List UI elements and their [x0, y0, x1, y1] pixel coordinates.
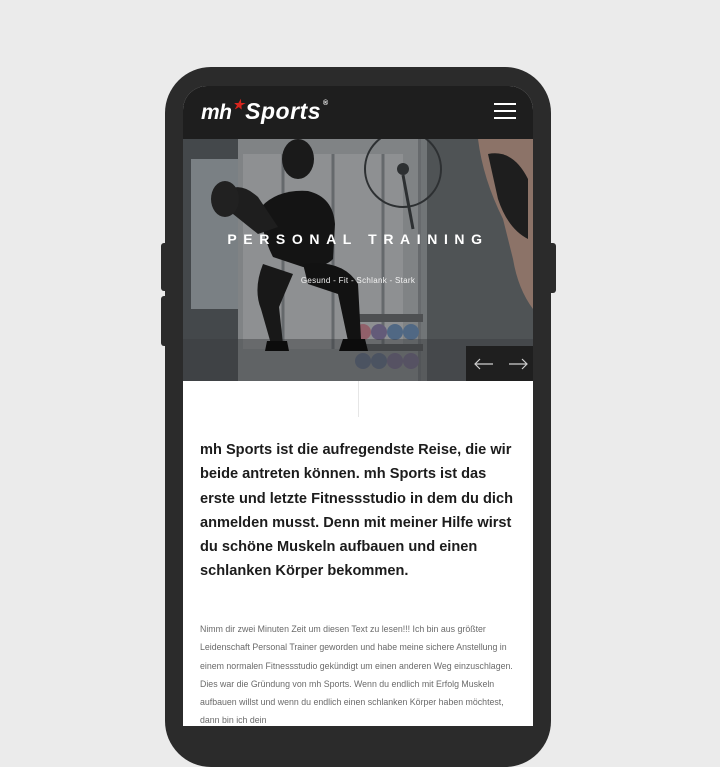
phone-side-button — [550, 243, 556, 293]
hero-subtitle: Gesund - Fit - Schlank - Stark — [300, 276, 416, 285]
section-divider — [358, 381, 359, 417]
hamburger-menu-icon[interactable] — [494, 103, 518, 121]
slider-controls — [466, 346, 533, 381]
hero-title: PERSONAL TRAINING — [227, 231, 489, 247]
logo-registered-mark: ® — [323, 100, 329, 107]
phone-screen: mh ★ Sports ® PERSONAL TRAINING Gesund -… — [183, 86, 533, 726]
intro-body-text: Nimm dir zwei Minuten Zeit um diesen Tex… — [200, 624, 513, 726]
logo-name: Sports — [245, 98, 321, 124]
hero-slider: PERSONAL TRAINING Gesund - Fit - Schlank… — [183, 139, 533, 381]
site-header: mh ★ Sports ® — [183, 86, 533, 139]
arrow-right-icon[interactable] — [507, 355, 529, 373]
logo-star-icon: ★ — [232, 97, 245, 112]
arrow-left-icon[interactable] — [473, 355, 495, 373]
intro-lead-text: mh Sports ist die aufregendste Reise, di… — [200, 442, 513, 580]
phone-side-button — [161, 243, 167, 291]
hero-gym-photo — [183, 139, 533, 381]
mh-sports-logo[interactable]: mh ★ Sports ® — [201, 97, 329, 126]
phone-side-button — [161, 296, 167, 346]
logo-prefix: mh — [201, 101, 232, 124]
